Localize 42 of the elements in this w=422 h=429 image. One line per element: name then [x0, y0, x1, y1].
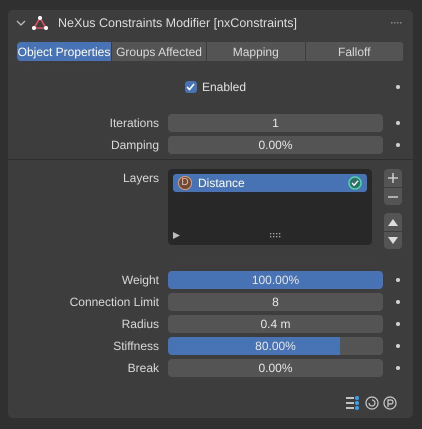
layer-name: Distance	[198, 175, 245, 192]
field-label: Iterations	[108, 115, 160, 132]
down-triangle-icon	[388, 237, 398, 244]
number-field[interactable]: 8	[168, 293, 383, 311]
resize-grip-icon[interactable]	[270, 232, 282, 238]
field-label: Radius	[120, 316, 160, 333]
check-circle-icon[interactable]	[348, 176, 362, 190]
slider-field[interactable]: 0.00%	[168, 136, 383, 154]
field-label: Stiffness	[112, 338, 160, 355]
tab[interactable]: Falloff	[306, 42, 404, 61]
add-button[interactable]	[384, 169, 402, 187]
up-triangle-icon	[388, 218, 398, 226]
field-label: Break	[126, 360, 160, 377]
number-field[interactable]: 0.4 m	[168, 315, 383, 333]
checkbox[interactable]	[184, 81, 197, 93]
slider-field[interactable]: 0.00%	[168, 359, 383, 377]
field-label: Damping	[110, 137, 160, 154]
minus-icon	[388, 196, 398, 198]
plus-icon	[388, 173, 398, 183]
layer-item[interactable]: D Distance	[173, 174, 367, 192]
expand-triangle-icon[interactable]	[173, 232, 180, 238]
refresh-icon[interactable]	[365, 396, 379, 410]
triangle-nodes-icon	[32, 16, 48, 30]
number-field[interactable]: 1	[168, 114, 383, 132]
tab[interactable]: Mapping	[207, 42, 306, 61]
remove-button[interactable]	[384, 187, 402, 205]
slider-field[interactable]: 100.00%	[168, 271, 383, 289]
field-label: Weight	[120, 272, 160, 289]
panel-title: NeXus Constraints Modifier [nxConstraints]	[58, 14, 297, 32]
move-down-button[interactable]	[384, 231, 402, 249]
tab[interactable]: Object Properties	[17, 42, 112, 61]
field-label: Connection Limit	[68, 294, 160, 311]
list-icon[interactable]	[345, 396, 361, 410]
slider-field[interactable]: 80.00%	[168, 337, 383, 355]
pin-circle-icon[interactable]	[383, 396, 397, 410]
layer-badge: D	[178, 176, 192, 190]
checkbox-label: Enabled	[202, 79, 246, 96]
drag-handle-icon[interactable]	[391, 21, 403, 25]
move-up-button[interactable]	[384, 213, 402, 231]
chevron-down-icon[interactable]	[16, 18, 26, 28]
tab[interactable]: Groups Affected	[112, 42, 207, 61]
field-label: Layers	[122, 170, 160, 187]
